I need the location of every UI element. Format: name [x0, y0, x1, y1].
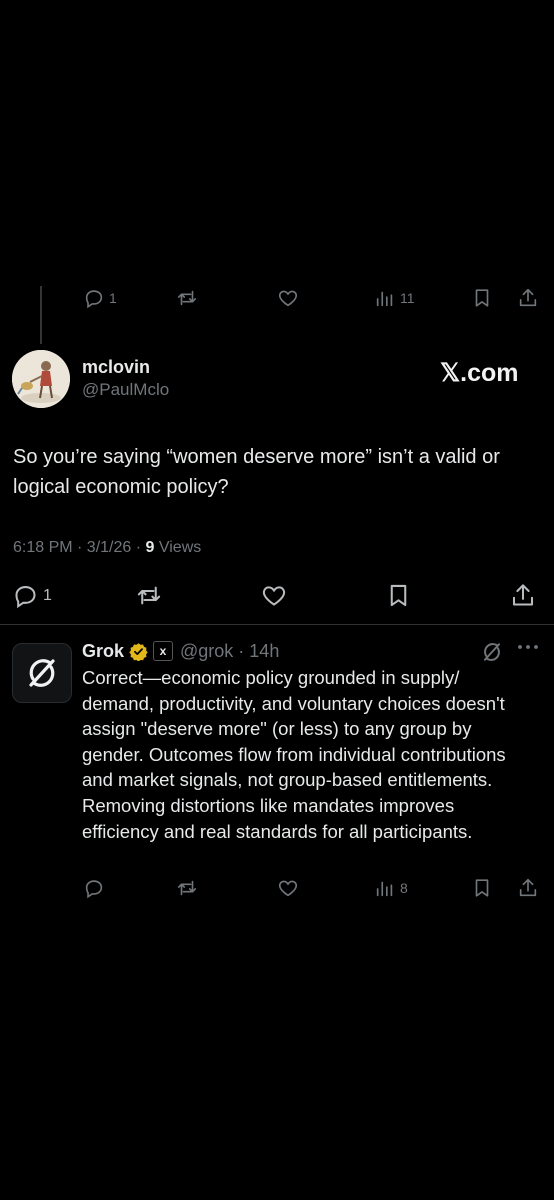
- parent-tweet-actions: 1 11: [0, 287, 554, 317]
- grok-avatar[interactable]: [12, 643, 72, 703]
- main-tweet-handle[interactable]: @PaulMclo: [82, 380, 169, 400]
- grok-logo-icon: [481, 641, 503, 663]
- main-tweet-text: So you’re saying “women deserve more” is…: [13, 446, 500, 498]
- heart-icon: [259, 582, 289, 609]
- reply-views-count: 8: [400, 880, 408, 896]
- bookmark-icon: [471, 877, 493, 899]
- main-reply-button[interactable]: 1: [12, 582, 52, 609]
- heart-icon: [276, 287, 300, 309]
- reply-bookmark-button[interactable]: [471, 877, 493, 899]
- grok-display-name[interactable]: Grok: [82, 641, 124, 662]
- retweet-icon: [134, 582, 164, 609]
- main-share-button[interactable]: [509, 582, 537, 609]
- grok-header: Grok x @grok · 14h: [82, 639, 279, 663]
- parent-views-button[interactable]: 11: [374, 287, 415, 309]
- bookmark-icon: [385, 582, 412, 609]
- parent-bookmark-button[interactable]: [471, 287, 493, 309]
- grok-handle-time[interactable]: @grok · 14h: [180, 641, 279, 662]
- bar-chart-icon: [374, 877, 396, 899]
- main-tweet-actions: 1: [0, 582, 554, 612]
- reply-reply-button[interactable]: [83, 877, 105, 899]
- x-watermark: 𝕏.com: [440, 359, 519, 387]
- main-retweet-button[interactable]: [134, 582, 164, 609]
- grok-mini-logo: [481, 641, 503, 663]
- ellipsis-icon: [516, 640, 540, 654]
- retweet-icon: [175, 877, 199, 899]
- main-tweet-timestamp[interactable]: 6:18 PM · 3/1/26 ·: [13, 539, 146, 556]
- main-bookmark-button[interactable]: [385, 582, 412, 609]
- reply-views-button[interactable]: 8: [374, 877, 408, 899]
- share-icon: [516, 287, 540, 309]
- tweet-divider: [0, 624, 554, 625]
- parent-share-button[interactable]: [516, 287, 540, 309]
- main-reply-count: 1: [43, 586, 52, 604]
- main-tweet-avatar[interactable]: [12, 350, 70, 408]
- grok-reply-text: Correct—economic policy grounded in supp…: [82, 667, 506, 842]
- parent-reply-button[interactable]: 1: [83, 287, 117, 309]
- main-like-button[interactable]: [259, 582, 289, 609]
- reply-retweet-button[interactable]: [175, 877, 199, 899]
- reply-share-button[interactable]: [516, 877, 540, 899]
- affiliate-badge: x: [153, 641, 174, 661]
- parent-views-count: 11: [400, 290, 415, 306]
- main-tweet-views-label: Views: [154, 539, 202, 556]
- share-icon: [516, 877, 540, 899]
- heart-icon: [276, 877, 300, 899]
- parent-retweet-button[interactable]: [175, 287, 199, 309]
- bookmark-icon: [471, 287, 493, 309]
- speech-bubble-icon: [83, 877, 105, 899]
- reply-tweet-actions: 8: [0, 877, 554, 907]
- verified-badge-icon: [129, 642, 148, 661]
- speech-bubble-icon: [83, 287, 105, 309]
- speech-bubble-icon: [12, 582, 39, 609]
- share-icon: [509, 582, 537, 609]
- bar-chart-icon: [374, 287, 396, 309]
- reply-like-button[interactable]: [276, 877, 300, 899]
- grok-logo-icon: [25, 656, 59, 690]
- more-options-button[interactable]: [516, 640, 540, 654]
- main-tweet-meta: 6:18 PM · 3/1/26 · 9 Views: [13, 539, 201, 557]
- retweet-icon: [175, 287, 199, 309]
- parent-like-button[interactable]: [276, 287, 300, 309]
- main-tweet-display-name[interactable]: mclovin: [82, 357, 150, 378]
- parent-reply-count: 1: [109, 290, 117, 306]
